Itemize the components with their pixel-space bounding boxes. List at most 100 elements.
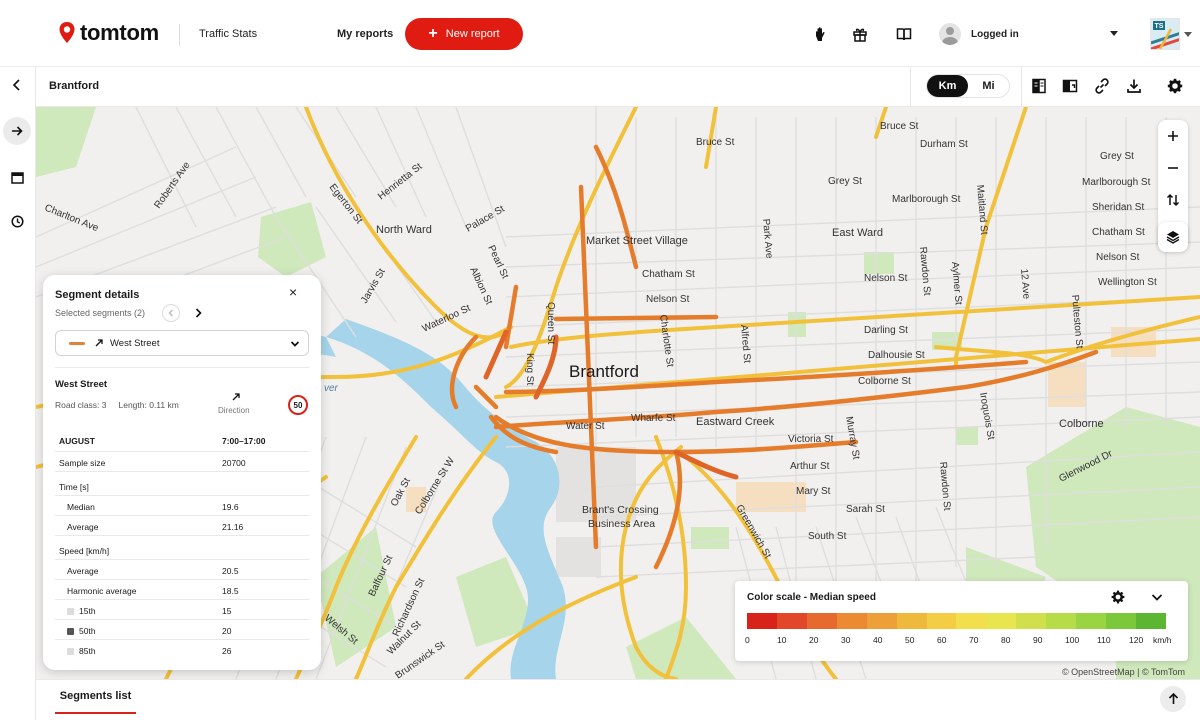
selected-segments-count: Selected segments (2) <box>55 308 146 318</box>
percentile-85-label: 85th <box>67 646 96 656</box>
panel-divider <box>55 367 309 368</box>
location-pin-icon <box>59 22 75 43</box>
map-label-mary-st: Mary St <box>796 486 831 497</box>
segment-length: Length: 0.11 km <box>118 400 179 410</box>
map-label-business-area: Business Area <box>588 518 655 530</box>
segment-details-panel: Segment details × Selected segments (2) … <box>43 275 321 670</box>
map-attribution[interactable]: © OpenStreetMap | © TomTom <box>1062 667 1185 677</box>
gift-icon[interactable] <box>852 26 868 42</box>
map-label-colborne-st-w: Colborne St W <box>413 455 457 516</box>
unit-toggle[interactable]: Km Mi <box>926 74 1010 98</box>
panel-title: Segment details <box>55 289 140 301</box>
unit-mi-option[interactable]: Mi <box>968 75 1009 97</box>
table-row: 15th 15 <box>55 600 309 620</box>
map-label-arthur-st: Arthur St <box>790 461 830 472</box>
user-status: Logged in <box>971 28 1019 40</box>
map-layers-button[interactable] <box>1158 222 1188 252</box>
harmonic-average-label: Harmonic average <box>67 586 137 596</box>
map-label-park-ave: Park Ave <box>760 218 774 259</box>
average-time-label: Average <box>67 522 99 532</box>
color-scale-swatch <box>747 613 777 629</box>
settings-icon[interactable] <box>1167 78 1183 94</box>
color-scale-swatch <box>776 613 807 629</box>
app-switcher-caret-icon[interactable] <box>1184 32 1192 37</box>
link-icon[interactable] <box>1094 78 1110 94</box>
chevron-down-icon[interactable] <box>1151 591 1163 603</box>
map-label-dalhousie-st: Dalhousie St <box>868 350 925 361</box>
median-time-value: 19.6 <box>222 502 239 512</box>
road-info: Road class: 3 Length: 0.11 km <box>55 400 179 410</box>
color-scale-tick: 0 <box>745 635 750 645</box>
map-label-brantford: Brantford <box>569 362 639 381</box>
map-label-bruce-st: Bruce St <box>696 137 735 148</box>
color-scale-ticks: 0 10 20 30 40 50 60 70 80 90 100 110 120 km/h <box>735 635 1188 647</box>
table-row: 85th 26 <box>55 640 309 660</box>
layers-icon <box>1166 231 1180 244</box>
close-icon[interactable]: × <box>289 284 297 300</box>
map-label-pearl-st: Pearl St <box>485 244 510 281</box>
zoom-in-button[interactable] <box>1158 120 1188 152</box>
map-label-sheridan-st: Sheridan St <box>1092 202 1144 213</box>
color-scale-swatch <box>956 613 987 629</box>
chevron-down-icon <box>290 341 300 347</box>
map-label-king-st: King St <box>524 353 535 385</box>
percentile-50-text: 50th <box>79 626 96 636</box>
new-report-button[interactable]: + New report <box>405 18 523 50</box>
orientation-button[interactable] <box>1158 184 1188 216</box>
direction-label: Direction <box>218 406 250 415</box>
map-label-victoria-st: Victoria St <box>788 434 834 445</box>
expand-up-button[interactable] <box>1160 686 1186 712</box>
download-icon[interactable] <box>1126 78 1142 94</box>
user-menu[interactable]: Logged in <box>939 23 1019 45</box>
hand-icon[interactable] <box>813 26 829 42</box>
direction-icon <box>232 393 240 401</box>
map-label-north-ward: North Ward <box>376 224 432 236</box>
rail-clock-button[interactable] <box>3 207 31 235</box>
my-reports-link[interactable]: My reports <box>337 28 393 40</box>
map-label-durham-st: Durham St <box>920 139 968 150</box>
map-label-rawdon-st: Rawdon St <box>917 246 932 296</box>
compare-icon[interactable] <box>1031 78 1047 94</box>
gear-icon[interactable] <box>1111 590 1125 604</box>
color-scale-swatch <box>926 613 957 629</box>
color-scale-swatch <box>1046 613 1077 629</box>
calendar-icon <box>10 171 24 184</box>
percentile-50-value: 20 <box>222 626 232 636</box>
tab-segments-list[interactable]: Segments list <box>55 680 136 714</box>
color-scale-legend: Color scale - Median speed 0 10 20 30 40 50 60… <box>735 581 1188 661</box>
map-label-grey-st-2: Grey St <box>828 176 862 187</box>
table-section-row: Time [s] <box>55 472 309 496</box>
minus-icon <box>1168 167 1178 169</box>
percentile-15-swatch <box>67 608 74 615</box>
top-navigation: tomtom Traffic Stats My reports + New re… <box>0 0 1200 67</box>
color-scale-tick: 110 <box>1097 635 1111 645</box>
app-switcher[interactable]: TS <box>1150 18 1180 50</box>
product-name: Traffic Stats <box>199 28 258 40</box>
table-row: Average 20.5 <box>55 560 309 580</box>
rail-expand-button[interactable] <box>3 117 31 145</box>
map-label-12-ave: 12 Ave <box>1018 268 1032 300</box>
report-header: Brantford Km Mi <box>36 67 1200 107</box>
report-icon[interactable] <box>1062 78 1078 94</box>
table-row: Sample size 20700 <box>55 452 309 472</box>
map-label-aylmer-st: Aylmer St <box>949 261 964 305</box>
book-icon[interactable] <box>896 26 912 42</box>
collapse-back-button[interactable] <box>3 71 31 99</box>
plus-icon <box>1168 131 1178 141</box>
map-label-grey-st: Grey St <box>1100 151 1134 162</box>
segment-select[interactable]: West Street <box>55 330 309 356</box>
zoom-out-button[interactable] <box>1158 152 1188 184</box>
average-speed-label: Average <box>67 566 99 576</box>
percentile-15-label: 15th <box>67 606 96 616</box>
user-dropdown-icon[interactable] <box>1110 31 1118 36</box>
percentile-50-swatch <box>67 628 74 635</box>
map-label-darling-st: Darling St <box>864 325 908 336</box>
map-label-nelson-st-3: Nelson St <box>1096 252 1140 263</box>
map-label-market-street-village: Market Street Village <box>586 235 688 247</box>
unit-km-option[interactable]: Km <box>927 75 968 97</box>
tomtom-logo[interactable]: tomtom <box>58 20 159 46</box>
rail-calendar-button[interactable] <box>3 163 31 191</box>
map-label-colborne: Colborne <box>1059 418 1104 430</box>
previous-segment-button[interactable] <box>162 304 180 322</box>
next-segment-button[interactable] <box>189 304 207 322</box>
